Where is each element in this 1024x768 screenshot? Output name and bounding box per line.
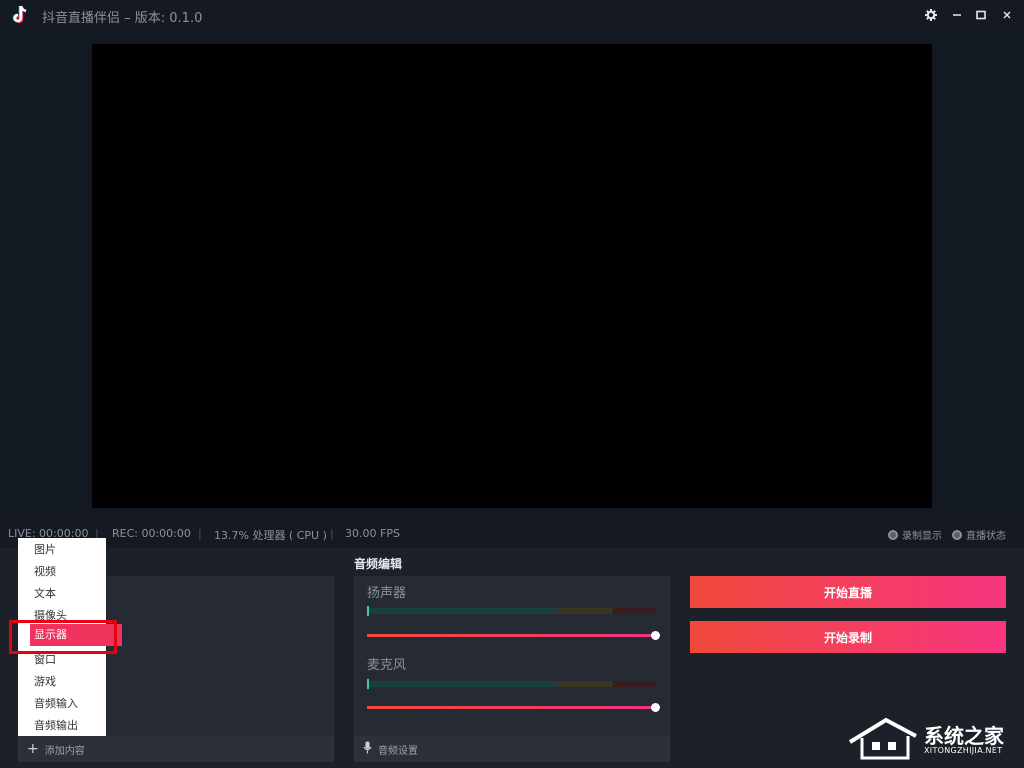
- speaker-label: 扬声器: [367, 586, 407, 601]
- start-live-button[interactable]: 开始直播: [690, 576, 1006, 608]
- record-display-toggle[interactable]: 录制显示: [888, 527, 942, 542]
- microphone-level-meter: [367, 679, 656, 689]
- start-record-button[interactable]: 开始录制: [690, 621, 1006, 653]
- add-content-button[interactable]: + 添加内容: [18, 736, 334, 762]
- speaker-level-meter: [367, 606, 656, 616]
- menu-item-text[interactable]: 文本: [34, 585, 56, 601]
- close-icon[interactable]: [998, 6, 1016, 24]
- audio-settings-button[interactable]: 音频设置: [354, 736, 670, 762]
- microphone-label: 麦克风: [367, 658, 407, 673]
- fps-readout: 30.00 FPS: [345, 527, 400, 540]
- minimize-icon[interactable]: [948, 6, 966, 24]
- status-divider: |: [198, 527, 202, 540]
- status-bar: LIVE: 00:00:00 | REC: 00:00:00 | 13.7% 处…: [0, 520, 1024, 548]
- site-watermark: 系统之家 XITONGZHIJIA.NET: [848, 712, 1020, 764]
- slider-handle[interactable]: [651, 631, 660, 640]
- audio-editor-title: 音频编辑: [354, 557, 403, 571]
- cpu-usage: 13.7% 处理器 ( CPU ): [214, 529, 327, 542]
- speaker-volume-slider[interactable]: [367, 631, 660, 640]
- live-status-toggle[interactable]: 直播状态: [952, 527, 1006, 542]
- maximize-icon[interactable]: [972, 6, 990, 24]
- record-display-label: 录制显示: [902, 531, 942, 542]
- menu-item-audio-input[interactable]: 音频输入: [34, 695, 78, 711]
- microphone-icon: [363, 741, 372, 757]
- menu-item-game[interactable]: 游戏: [34, 673, 56, 689]
- preview-area: [0, 30, 1024, 520]
- house-logo-icon: [848, 717, 917, 760]
- live-status-label: 直播状态: [966, 531, 1006, 542]
- tiktok-logo-icon: [10, 5, 30, 25]
- plus-icon: +: [27, 741, 39, 757]
- preview-canvas[interactable]: [92, 44, 932, 508]
- meter-tick: [367, 606, 369, 616]
- watermark-url: XITONGZHIJIA.NET: [924, 746, 1003, 755]
- radio-icon: [952, 529, 962, 540]
- gear-icon[interactable]: [922, 6, 940, 24]
- meter-tick: [367, 679, 369, 689]
- status-divider: |: [330, 527, 334, 540]
- rec-timer: REC: 00:00:00: [112, 527, 191, 540]
- slider-handle[interactable]: [651, 703, 660, 712]
- menu-item-audio-output[interactable]: 音频输出: [34, 717, 78, 733]
- title-bar: 抖音直播伴侣 – 版本: 0.1.0: [0, 0, 1024, 30]
- add-content-label: 添加内容: [44, 745, 85, 757]
- window-title: 抖音直播伴侣 – 版本: 0.1.0: [42, 11, 203, 26]
- menu-item-video[interactable]: 视频: [34, 563, 56, 579]
- audio-settings-label: 音频设置: [378, 745, 418, 757]
- watermark-text: 系统之家: [924, 724, 1004, 748]
- menu-item-image[interactable]: 图片: [34, 541, 56, 557]
- annotation-highlight-box: [9, 620, 117, 654]
- microphone-volume-slider[interactable]: [367, 703, 660, 712]
- radio-icon: [888, 529, 898, 540]
